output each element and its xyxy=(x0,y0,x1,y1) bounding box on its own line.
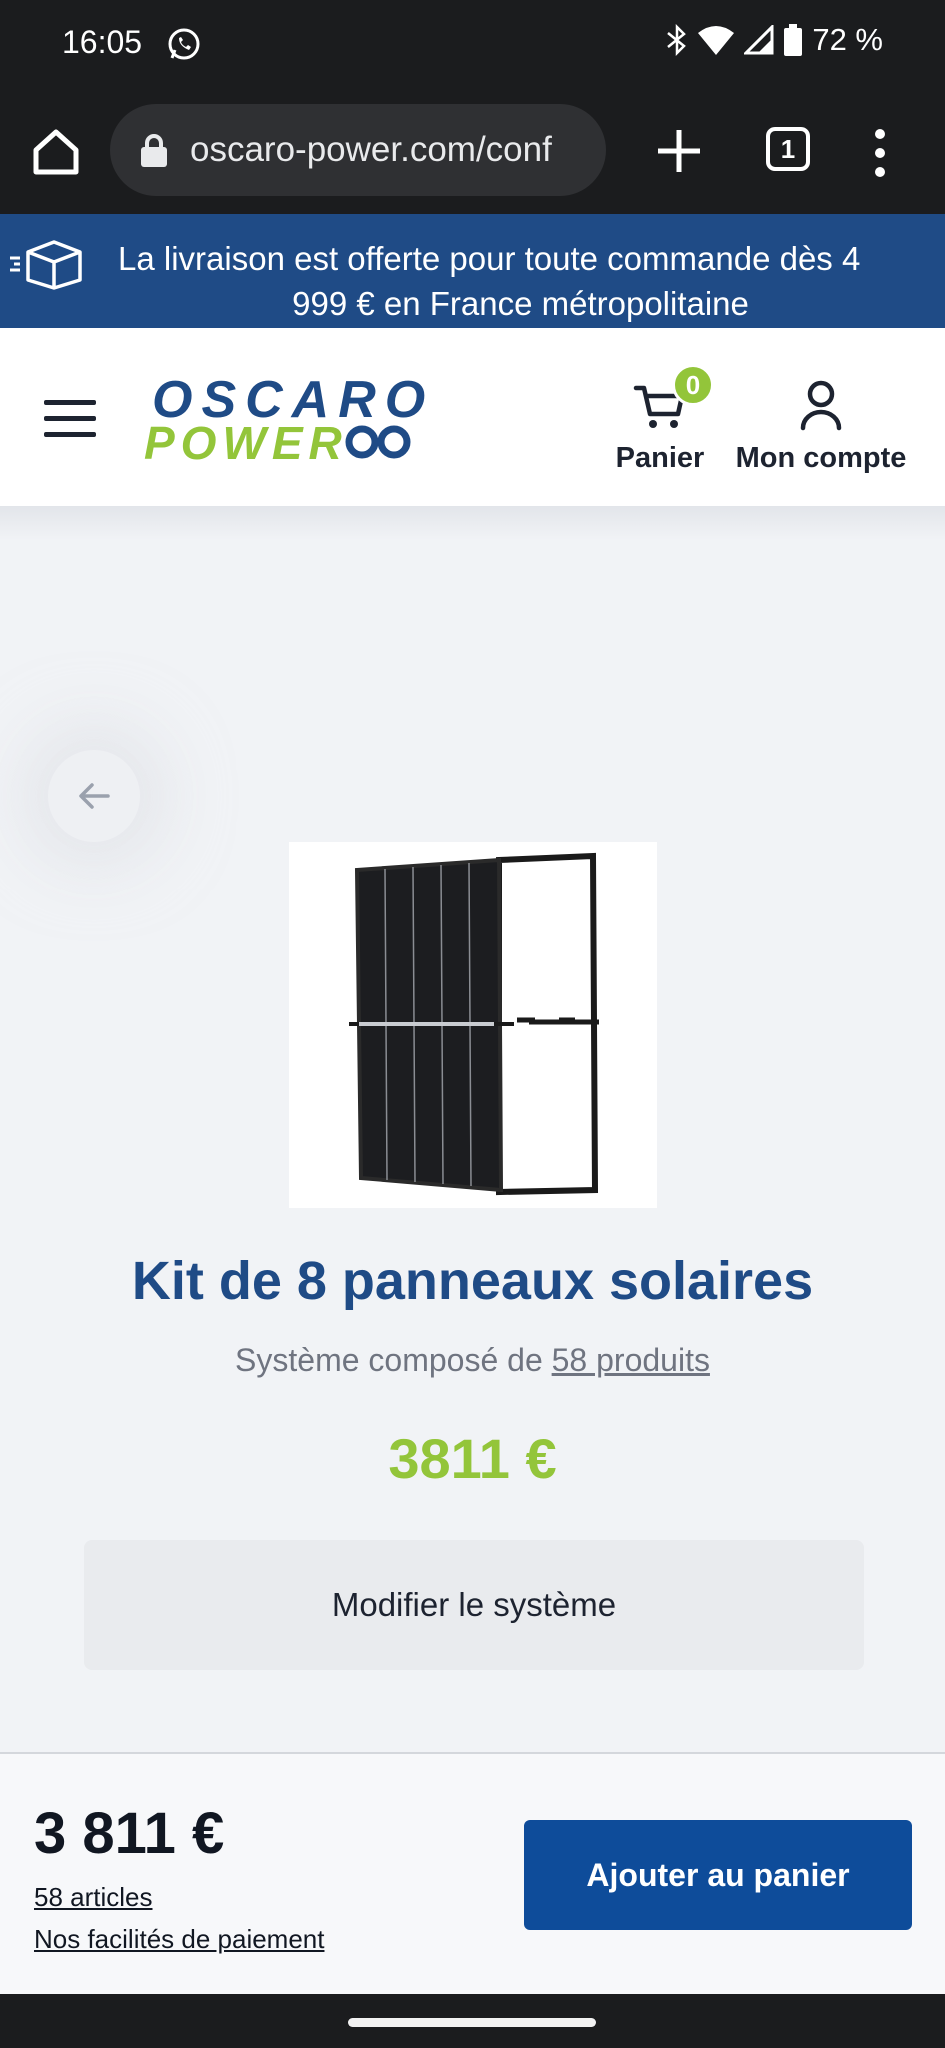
total-price: 3 811 € xyxy=(34,1801,225,1866)
status-bar: 16:05 72 % xyxy=(0,0,945,88)
hamburger-menu-icon[interactable] xyxy=(44,400,96,438)
subtitle-prefix: Système composé de xyxy=(235,1342,552,1378)
site-header: OSCARO POWER 0 Panier Mon compte xyxy=(0,328,945,506)
system-nav-bar xyxy=(0,1994,945,2048)
promo-text-line2: 999 € en France métropolitaine xyxy=(292,285,749,322)
cart-count-badge: 0 xyxy=(672,364,714,406)
bluetooth-icon xyxy=(667,24,687,56)
products-count-link[interactable]: 58 produits xyxy=(552,1342,710,1378)
product-title: Kit de 8 panneaux solaires xyxy=(131,1251,814,1311)
signal-icon xyxy=(744,25,774,55)
battery-level: 72 % xyxy=(812,22,883,57)
battery-icon xyxy=(784,24,803,56)
add-to-cart-button[interactable]: Ajouter au panier xyxy=(524,1820,912,1930)
infinity-logo-icon xyxy=(345,425,411,459)
product-price: 3811 € xyxy=(388,1427,557,1490)
oscaro-power-logo[interactable]: OSCARO POWER xyxy=(144,370,425,470)
user-icon xyxy=(800,380,842,431)
url-text: oscaro-power.com/conf xyxy=(190,130,552,169)
cart-button[interactable]: 0 Panier xyxy=(610,364,714,475)
account-button[interactable]: Mon compte xyxy=(726,378,916,475)
home-icon[interactable] xyxy=(30,126,82,178)
arrow-left-icon xyxy=(79,783,110,809)
status-time: 16:05 xyxy=(62,24,143,60)
whatsapp-icon xyxy=(168,28,200,60)
gesture-handle[interactable] xyxy=(348,2018,596,2027)
product-subtitle: Système composé de 58 produits xyxy=(0,1342,945,1379)
cart-label: Panier xyxy=(615,442,705,474)
lock-icon xyxy=(141,134,167,167)
address-bar[interactable]: oscaro-power.com/conf xyxy=(110,104,606,196)
browser-toolbar: oscaro-power.com/conf 1 xyxy=(0,88,945,214)
wifi-icon xyxy=(698,26,735,55)
payment-options-link[interactable]: Nos facilités de paiement xyxy=(34,1924,324,1955)
solar-panel-image xyxy=(349,852,599,1196)
modify-system-button[interactable]: Modifier le système xyxy=(84,1540,864,1670)
checkout-footer: 3 811 € 58 articles Nos facilités de pai… xyxy=(0,1752,945,1994)
previous-button[interactable] xyxy=(48,750,140,842)
new-tab-icon[interactable] xyxy=(652,124,706,178)
delivery-box-icon xyxy=(10,240,82,290)
more-vert-icon[interactable] xyxy=(868,128,892,178)
product-image[interactable] xyxy=(289,842,657,1208)
articles-link[interactable]: 58 articles xyxy=(34,1882,153,1913)
logo-text-power: POWER xyxy=(144,417,348,469)
delivery-promo-banner: La livraison est offerte pour toute comm… xyxy=(0,214,945,328)
promo-text-line1: La livraison est offerte pour toute comm… xyxy=(118,240,861,277)
product-section: Kit de 8 panneaux solaires Système compo… xyxy=(0,506,945,1752)
account-label: Mon compte xyxy=(735,442,907,474)
tab-switcher-button[interactable]: 1 xyxy=(766,127,810,171)
